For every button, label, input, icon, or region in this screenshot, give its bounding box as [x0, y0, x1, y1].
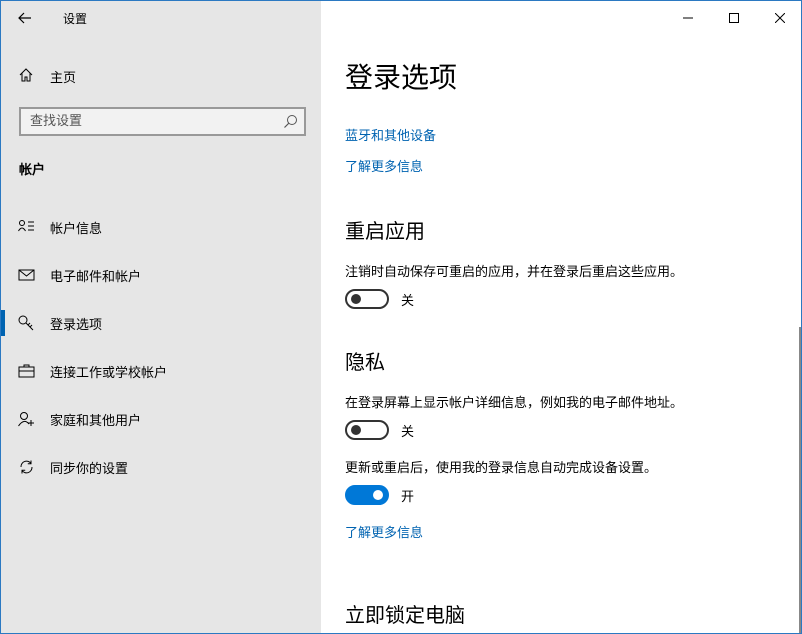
auto-finish-setup-toggle[interactable] — [345, 485, 389, 505]
restart-apps-toggle-row: 关 — [345, 289, 414, 309]
privacy-heading: 隐私 — [345, 350, 385, 374]
back-button[interactable] — [11, 5, 39, 31]
bluetooth-devices-link[interactable]: 蓝牙和其他设备 — [345, 125, 436, 144]
toggle-knob — [351, 294, 361, 304]
sidebar-item-label: 登录选项 — [50, 318, 103, 333]
sync-icon — [20, 460, 33, 474]
toggle-state-label: 开 — [401, 489, 415, 505]
page-title: 登录选项 — [345, 61, 458, 94]
sidebar: 设置 主页 帐户 帐户信息 — [1, 1, 321, 633]
toggle-state-label: 关 — [401, 293, 415, 309]
scrollbar[interactable] — [799, 327, 801, 633]
privacy-description-1: 在登录屏幕上显示帐户详细信息，例如我的电子邮件地址。 — [345, 396, 684, 411]
sidebar-item-label: 同步你的设置 — [50, 462, 129, 477]
sidebar-item-label: 电子邮件和帐户 — [50, 270, 142, 285]
sidebar-item-label: 连接工作或学校帐户 — [50, 366, 168, 381]
sidebar-item-account-info[interactable]: 帐户信息 — [1, 203, 321, 251]
key-icon — [18, 315, 34, 331]
home-label: 主页 — [50, 71, 77, 86]
toggle-knob — [373, 490, 383, 500]
sidebar-item-label: 帐户信息 — [50, 222, 103, 237]
home-icon — [19, 68, 33, 82]
toggle-knob — [351, 425, 361, 435]
sidebar-item-label: 家庭和其他用户 — [50, 414, 142, 429]
restart-apps-heading: 重启应用 — [345, 219, 425, 243]
search-input[interactable] — [21, 109, 271, 134]
briefcase-icon — [18, 364, 35, 378]
search-icon[interactable] — [283, 114, 298, 129]
learn-more-link-2[interactable]: 了解更多信息 — [345, 522, 423, 541]
app-title: 设置 — [63, 12, 88, 26]
toggle-state-label: 关 — [401, 424, 415, 440]
search-box[interactable] — [19, 107, 306, 136]
section-heading: 帐户 — [19, 163, 46, 178]
privacy-toggle-2-row: 开 — [345, 485, 414, 505]
sidebar-item-sign-in-options[interactable]: 登录选项 — [1, 299, 321, 347]
window-controls — [665, 1, 801, 35]
account-info-icon — [18, 220, 34, 232]
restart-apps-toggle[interactable] — [345, 289, 389, 309]
restart-apps-description: 注销时自动保存可重启的应用，并在登录后重启这些应用。 — [345, 265, 684, 280]
close-button[interactable] — [757, 1, 801, 35]
active-indicator — [1, 310, 5, 336]
minimize-icon — [683, 17, 693, 19]
sidebar-nav: 帐户信息 电子邮件和帐户 登录选项 连接工作或学校帐户 家庭和其他用户 同步你的… — [1, 203, 321, 491]
learn-more-link-1[interactable]: 了解更多信息 — [345, 156, 423, 175]
sidebar-item-work-school[interactable]: 连接工作或学校帐户 — [1, 347, 321, 395]
title-bar-left: 设置 — [1, 1, 321, 35]
sidebar-item-sync[interactable]: 同步你的设置 — [1, 443, 321, 491]
privacy-toggle-1-row: 关 — [345, 420, 414, 440]
lock-pc-heading: 立即锁定电脑 — [345, 603, 465, 627]
maximize-icon — [729, 13, 739, 23]
sidebar-item-family[interactable]: 家庭和其他用户 — [1, 395, 321, 443]
show-account-details-toggle[interactable] — [345, 420, 389, 440]
mail-icon — [18, 269, 35, 281]
main-content: 登录选项 蓝牙和其他设备 了解更多信息 重启应用 注销时自动保存可重启的应用，并… — [321, 1, 801, 633]
settings-window: 设置 主页 帐户 帐户信息 — [0, 0, 802, 634]
home-nav-item[interactable]: 主页 — [1, 59, 321, 91]
maximize-button[interactable] — [711, 1, 757, 35]
close-icon — [775, 13, 785, 23]
sidebar-item-email[interactable]: 电子邮件和帐户 — [1, 251, 321, 299]
add-person-icon — [18, 412, 34, 427]
back-arrow-icon — [18, 12, 31, 24]
privacy-description-2: 更新或重启后，使用我的登录信息自动完成设备设置。 — [345, 461, 658, 476]
minimize-button[interactable] — [665, 1, 711, 35]
